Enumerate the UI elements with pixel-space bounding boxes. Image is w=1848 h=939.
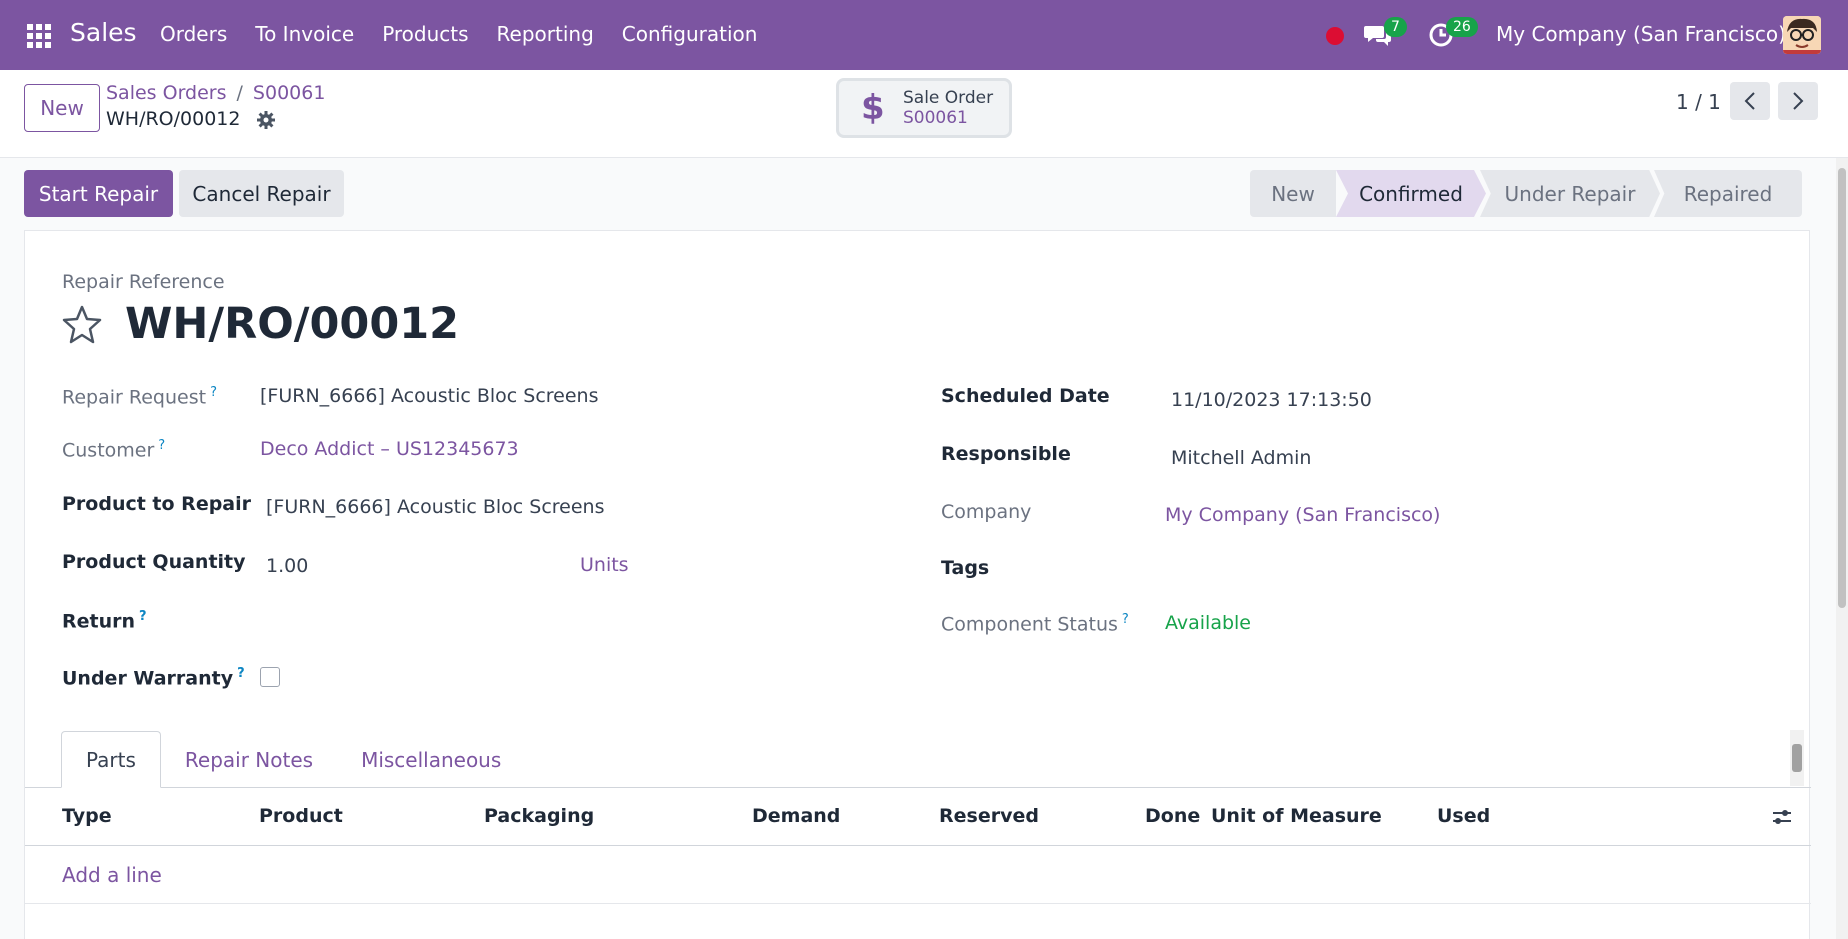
column-settings-icon[interactable] — [1771, 806, 1793, 828]
repair-request-field[interactable]: [FURN_6666] Acoustic Bloc Screens — [260, 385, 599, 407]
responsible-label: Responsible — [941, 443, 1071, 465]
smart-button-title: Sale Order — [903, 88, 994, 108]
help-icon[interactable]: ? — [158, 438, 165, 453]
status-bar: New Confirmed Under Repair Repaired — [1250, 170, 1802, 217]
chevron-right-icon — [1793, 92, 1804, 110]
menu-item-configuration[interactable]: Configuration — [622, 22, 758, 46]
scheduled-date-label: Scheduled Date — [941, 385, 1110, 407]
tab-parts[interactable]: Parts — [61, 731, 161, 788]
smart-button-value: S00061 — [903, 108, 968, 128]
sale-order-smart-button[interactable]: $ Sale Order S00061 — [836, 78, 1012, 138]
repair-request-label: Repair Request? — [62, 385, 217, 409]
stage-confirmed[interactable]: Confirmed — [1336, 170, 1486, 217]
dollar-icon: $ — [861, 88, 885, 128]
record-dot-icon[interactable] — [1326, 27, 1344, 45]
menu-item-orders[interactable]: Orders — [160, 22, 227, 46]
column-packaging[interactable]: Packaging — [484, 805, 594, 827]
app-name[interactable]: Sales — [70, 18, 137, 47]
start-repair-button[interactable]: Start Repair — [24, 170, 173, 217]
menu-item-reporting[interactable]: Reporting — [497, 22, 594, 46]
column-reserved[interactable]: Reserved — [939, 805, 1039, 827]
product-quantity-label: Product Quantity — [62, 551, 246, 573]
company-label: Company — [941, 501, 1032, 523]
component-status-value: Available — [1165, 612, 1252, 634]
star-icon[interactable] — [61, 303, 103, 345]
repair-reference-label: Repair Reference — [62, 271, 225, 293]
cancel-repair-button[interactable]: Cancel Repair — [179, 170, 344, 217]
page-scrollbar[interactable] — [1836, 158, 1848, 939]
help-icon[interactable]: ? — [139, 609, 147, 624]
messages-count-badge: 7 — [1384, 17, 1407, 37]
stage-new[interactable]: New — [1250, 170, 1336, 217]
column-type[interactable]: Type — [62, 805, 112, 827]
avatar[interactable] — [1783, 16, 1821, 54]
column-product[interactable]: Product — [259, 805, 343, 827]
notebook-tabs: Parts Repair Notes Miscellaneous — [61, 731, 525, 788]
return-label: Return? — [62, 609, 147, 633]
pager-next-button[interactable] — [1778, 82, 1818, 120]
control-panel: New Sales Orders / S00061 WH/RO/00012 $ Sa… — [0, 70, 1848, 158]
new-record-button[interactable]: New — [24, 84, 100, 132]
customer-label: Customer? — [62, 438, 166, 462]
activities-count-badge: 26 — [1446, 17, 1478, 37]
form-sheet: Repair Reference WH/RO/00012 Repair Requ… — [24, 230, 1811, 939]
record-name: WH/RO/00012 — [106, 108, 241, 130]
uom-field[interactable]: Units — [580, 554, 629, 576]
apps-grid-icon[interactable] — [27, 24, 51, 48]
add-a-line-link[interactable]: Add a line — [62, 863, 162, 887]
gear-icon[interactable] — [256, 110, 276, 130]
parts-table-header: Type Product Packaging Demand Reserved D… — [25, 788, 1811, 846]
tabs-scrollbar[interactable] — [1790, 730, 1804, 786]
scheduled-date-field[interactable]: 11/10/2023 17:13:50 — [1171, 389, 1372, 411]
table-row-divider — [25, 903, 1811, 904]
top-navbar: Sales Orders To Invoice Products Reporti… — [0, 0, 1848, 70]
stage-repaired[interactable]: Repaired — [1654, 170, 1802, 217]
breadcrumb-sale-order[interactable]: S00061 — [253, 82, 326, 104]
company-switcher[interactable]: My Company (San Francisco) — [1496, 22, 1786, 46]
help-icon[interactable]: ? — [237, 666, 245, 681]
stage-under-repair[interactable]: Under Repair — [1480, 170, 1660, 217]
product-quantity-field[interactable]: 1.00 — [266, 555, 308, 577]
component-status-label: Component Status? — [941, 612, 1129, 636]
under-warranty-checkbox[interactable] — [260, 667, 280, 687]
chevron-left-icon — [1744, 92, 1755, 110]
tab-repair-notes[interactable]: Repair Notes — [161, 731, 337, 788]
customer-field[interactable]: Deco Addict – US12345673 — [260, 438, 519, 460]
tab-miscellaneous[interactable]: Miscellaneous — [337, 731, 525, 788]
column-used[interactable]: Used — [1437, 805, 1490, 827]
product-to-repair-field[interactable]: [FURN_6666] Acoustic Bloc Screens — [266, 496, 605, 518]
column-done[interactable]: Done — [1145, 805, 1200, 827]
help-icon[interactable]: ? — [1122, 612, 1129, 627]
product-to-repair-label: Product to Repair — [62, 493, 252, 515]
menu-item-to-invoice[interactable]: To Invoice — [255, 22, 354, 46]
main-menu: Orders To Invoice Products Reporting Con… — [160, 22, 785, 46]
breadcrumb: Sales Orders / S00061 — [106, 82, 326, 104]
tags-label: Tags — [941, 557, 990, 579]
company-field[interactable]: My Company (San Francisco) — [1165, 504, 1440, 526]
breadcrumb-sales-orders[interactable]: Sales Orders — [106, 82, 227, 104]
responsible-field[interactable]: Mitchell Admin — [1171, 447, 1311, 469]
under-warranty-label: Under Warranty? — [62, 666, 245, 690]
repair-reference-title[interactable]: WH/RO/00012 — [125, 299, 459, 349]
pager-previous-button[interactable] — [1730, 82, 1770, 120]
help-icon[interactable]: ? — [210, 385, 217, 400]
column-demand[interactable]: Demand — [752, 805, 840, 827]
menu-item-products[interactable]: Products — [382, 22, 468, 46]
pager-value[interactable]: 1 / 1 — [1676, 90, 1721, 114]
column-unit-of-measure[interactable]: Unit of Measure — [1211, 805, 1382, 827]
